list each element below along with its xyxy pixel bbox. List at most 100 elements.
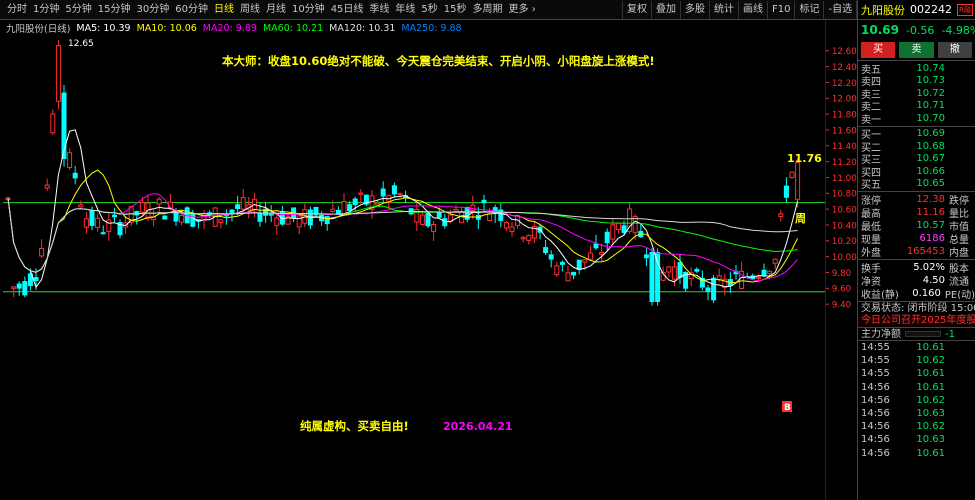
candle-body[interactable] xyxy=(795,162,801,200)
period-tab[interactable]: 45日线 xyxy=(328,0,367,20)
candle-body[interactable] xyxy=(83,218,89,228)
candle-body[interactable] xyxy=(576,259,582,271)
candle-body[interactable] xyxy=(67,152,73,169)
period-tab[interactable]: 月线 xyxy=(263,0,289,20)
candle-body[interactable] xyxy=(761,269,767,277)
candle-body[interactable] xyxy=(330,208,336,212)
candle-body[interactable] xyxy=(347,204,353,212)
period-tab[interactable]: 10分钟 xyxy=(289,0,328,20)
candle-body[interactable] xyxy=(72,172,78,179)
candle-body[interactable] xyxy=(111,214,117,218)
candle-body[interactable] xyxy=(50,113,56,134)
cancel-order-button[interactable]: 撤 xyxy=(937,42,972,58)
candle-body[interactable] xyxy=(520,236,526,240)
candle-body[interactable] xyxy=(543,247,549,253)
candle-body[interactable] xyxy=(615,222,621,231)
candle-body[interactable] xyxy=(218,219,224,224)
candle-body[interactable] xyxy=(22,281,28,296)
candle-body[interactable] xyxy=(487,213,493,221)
period-tab[interactable]: 5分钟 xyxy=(62,0,94,20)
announcement-ticker[interactable]: 今日公司召开2025年度股 xyxy=(858,314,975,327)
candle-body[interactable] xyxy=(548,254,554,260)
toolbar-button[interactable]: 复权 xyxy=(622,1,651,19)
candle-body[interactable] xyxy=(16,283,22,289)
candle-body[interactable] xyxy=(257,212,263,222)
candle-body[interactable] xyxy=(554,265,560,276)
candle-body[interactable] xyxy=(526,234,532,241)
period-tab[interactable]: 15分钟 xyxy=(95,0,134,20)
candle-body[interactable] xyxy=(470,204,476,212)
candle-body[interactable] xyxy=(375,202,381,206)
candle-body[interactable] xyxy=(643,254,649,259)
toolbar-button[interactable]: 统计 xyxy=(709,1,738,19)
toolbar-button[interactable]: -自选 xyxy=(823,1,856,19)
candle-body[interactable] xyxy=(95,217,101,228)
candle-body[interactable] xyxy=(134,211,140,216)
candle-body[interactable] xyxy=(274,217,280,226)
period-tab[interactable]: 分时 xyxy=(4,0,30,20)
candle-body[interactable] xyxy=(767,270,773,274)
candle-body[interactable] xyxy=(55,45,61,102)
candle-body[interactable] xyxy=(240,196,246,210)
candle-body[interactable] xyxy=(772,258,778,264)
toolbar-button[interactable]: 标记 xyxy=(794,1,823,19)
candle-body[interactable] xyxy=(436,212,442,218)
candle-body[interactable] xyxy=(358,192,364,195)
candle-body[interactable] xyxy=(778,213,784,217)
toolbar-button[interactable]: 多股 xyxy=(680,1,709,19)
candle-body[interactable] xyxy=(100,232,106,235)
toolbar-button[interactable]: F10 xyxy=(767,1,794,19)
candle-body[interactable] xyxy=(179,215,185,223)
candle-body[interactable] xyxy=(599,251,605,255)
candle-body[interactable] xyxy=(324,216,330,225)
candle-body[interactable] xyxy=(11,286,17,289)
candle-body[interactable] xyxy=(352,198,358,206)
candle-body[interactable] xyxy=(593,243,599,249)
candle-body[interactable] xyxy=(755,276,761,279)
candle-body[interactable] xyxy=(559,261,565,265)
period-tab[interactable]: 15秒 xyxy=(441,0,470,20)
candle-body[interactable] xyxy=(44,184,50,189)
candle-body[interactable] xyxy=(190,213,196,227)
period-tab[interactable]: 多周期 xyxy=(470,0,506,20)
candle-body[interactable] xyxy=(705,287,711,292)
candle-body[interactable] xyxy=(397,193,403,196)
candle-body[interactable] xyxy=(610,224,616,240)
toolbar-button[interactable]: 叠加 xyxy=(651,1,680,19)
candle-body[interactable] xyxy=(156,198,162,205)
candle-body[interactable] xyxy=(139,202,145,213)
period-tab[interactable]: 周线 xyxy=(237,0,263,20)
candle-body[interactable] xyxy=(106,219,112,232)
candle-body[interactable] xyxy=(503,222,509,229)
candle-body[interactable] xyxy=(380,188,386,197)
candle-body[interactable] xyxy=(565,272,571,282)
candle-body[interactable] xyxy=(716,275,722,280)
period-tab[interactable]: 日线 xyxy=(211,0,237,20)
period-tab[interactable]: 1分钟 xyxy=(30,0,62,20)
period-tab[interactable]: 季线 xyxy=(366,0,392,20)
candle-body[interactable] xyxy=(419,214,425,226)
candle-body[interactable] xyxy=(711,277,717,301)
buy-button[interactable]: 买 xyxy=(861,42,896,58)
candle-body[interactable] xyxy=(425,212,431,227)
candle-body[interactable] xyxy=(671,266,677,280)
period-tab[interactable]: 年线 xyxy=(392,0,418,20)
sell-button[interactable]: 卖 xyxy=(899,42,934,58)
candle-body[interactable] xyxy=(604,231,610,244)
candle-body[interactable] xyxy=(296,215,302,228)
candle-body[interactable] xyxy=(582,259,588,263)
period-tab[interactable]: 5秒 xyxy=(418,0,440,20)
candle-body[interactable] xyxy=(229,209,235,214)
candle-body[interactable] xyxy=(391,185,397,195)
candle-body[interactable] xyxy=(587,252,593,260)
period-tab[interactable]: 更多 › xyxy=(506,0,539,20)
candle-body[interactable] xyxy=(694,268,700,272)
candle-body[interactable] xyxy=(39,248,45,257)
candle-body[interactable] xyxy=(453,209,459,212)
candle-body[interactable] xyxy=(162,215,168,220)
order-book-row[interactable]: 卖一 10.70 xyxy=(858,112,975,126)
candle-body[interactable] xyxy=(431,223,437,232)
candle-body[interactable] xyxy=(89,210,95,226)
candle-body[interactable] xyxy=(666,266,672,273)
candle-body[interactable] xyxy=(677,262,683,278)
